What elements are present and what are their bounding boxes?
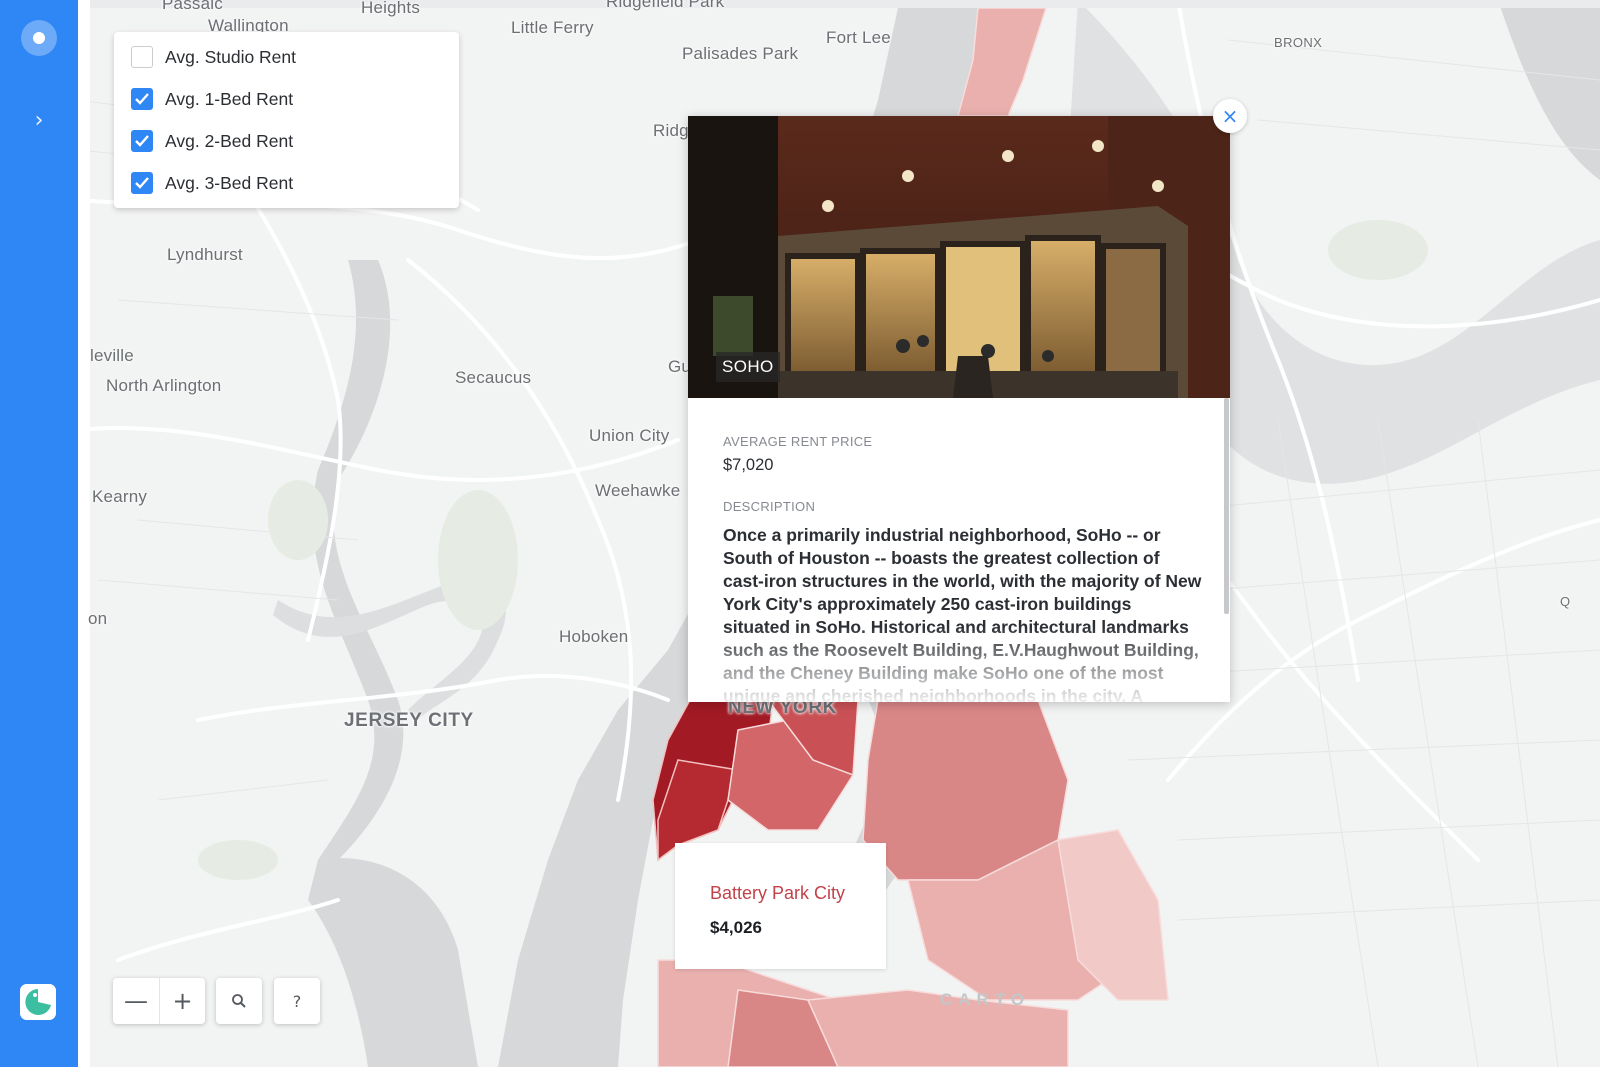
place-label: Kearny [92, 487, 148, 506]
checkbox[interactable] [131, 130, 153, 152]
layer-selector: Avg. Studio Rent Avg. 1-Bed Rent Avg. 2-… [114, 32, 459, 208]
place-label: Little Ferry [511, 18, 594, 37]
layer-toggle-1-bed[interactable]: Avg. 1-Bed Rent [114, 78, 459, 120]
place-label: Passaic [162, 0, 223, 13]
place-label: North Arlington [106, 376, 222, 395]
place-label: Heights [361, 0, 421, 17]
zoom-in-button[interactable]: + [159, 978, 205, 1024]
layer-label: Avg. 2-Bed Rent [165, 130, 294, 151]
layer-label: Avg. 3-Bed Rent [165, 172, 294, 193]
place-label: Palisades Park [682, 44, 799, 63]
place-label: Weehawke [595, 481, 681, 500]
carto-attribution[interactable]: CARTO [940, 990, 1030, 1010]
search-icon [232, 994, 246, 1008]
help-button[interactable]: ? [274, 978, 320, 1024]
close-icon[interactable]: × [1213, 99, 1247, 133]
neighborhood-photo: SOHO [688, 116, 1230, 398]
layer-toggle-2-bed[interactable]: Avg. 2-Bed Rent [114, 120, 459, 162]
map-top-edge [78, 0, 1600, 8]
neighborhood-popup: SOHO AVERAGE RENT PRICE $7,020 DESCRIPTI… [688, 116, 1230, 702]
layer-toggle-3-bed[interactable]: Avg. 3-Bed Rent [114, 162, 459, 204]
place-label: JERSEY CITY [344, 710, 474, 731]
place-label: Ridg [653, 121, 689, 140]
checkbox[interactable] [131, 88, 153, 110]
neighborhood-title: SOHO [716, 352, 780, 382]
layer-toggle-studio[interactable]: Avg. Studio Rent [114, 36, 459, 78]
place-label: leville [90, 346, 134, 365]
popup-scrollbar[interactable] [1224, 398, 1229, 614]
place-label: Fort Lee [826, 28, 891, 47]
place-label: Lyndhurst [167, 245, 243, 264]
description-label: DESCRIPTION [723, 499, 816, 514]
place-label: Hoboken [559, 627, 629, 646]
map-left-edge [78, 0, 90, 1067]
app-root: › Passaic Wallington Heights Little Ferr… [0, 0, 1600, 1067]
layer-label: Avg. 1-Bed Rent [165, 88, 294, 109]
tooltip-neighborhood: Battery Park City [710, 883, 846, 903]
place-label: Secaucus [455, 368, 532, 387]
price-value: $7,020 [723, 456, 774, 474]
place-label: Union City [589, 426, 670, 445]
zoom-out-button[interactable]: — [113, 978, 159, 1024]
checkbox[interactable] [131, 172, 153, 194]
place-label: on [88, 609, 108, 628]
search-button[interactable] [216, 978, 262, 1024]
zoom-control: — + [113, 978, 205, 1024]
place-label: Ridgefield Park [606, 0, 725, 11]
pac-logo-icon[interactable] [20, 984, 56, 1020]
hover-tooltip: Battery Park City $4,026 [675, 843, 886, 969]
left-rail: › [0, 0, 78, 1067]
place-label: BRONX [1274, 35, 1323, 50]
layer-label: Avg. Studio Rent [165, 46, 297, 67]
place-label: Q [1560, 594, 1571, 609]
carto-dot-icon[interactable] [21, 20, 57, 56]
chevron-right-icon[interactable]: › [26, 106, 52, 136]
popup-fade [688, 626, 1230, 702]
price-label: AVERAGE RENT PRICE [723, 434, 873, 449]
checkbox[interactable] [131, 46, 153, 68]
tooltip-value: $4,026 [710, 918, 762, 937]
